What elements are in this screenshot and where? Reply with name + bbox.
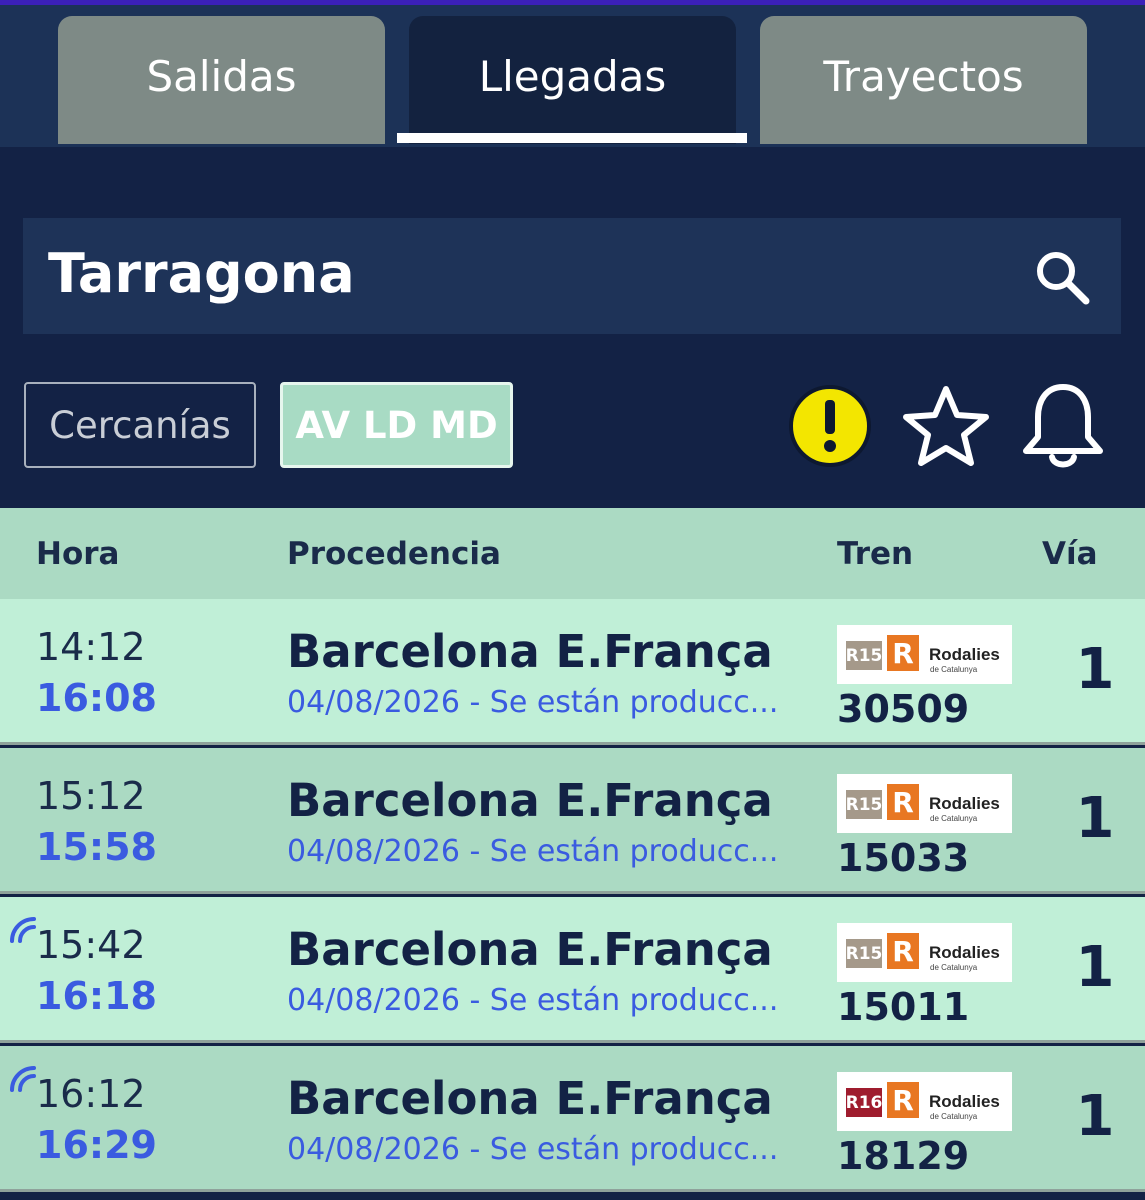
header-hora: Hora: [36, 536, 120, 572]
train-number: 18129: [837, 1134, 970, 1178]
alert-icon[interactable]: [788, 384, 872, 468]
tab-label: Salidas: [146, 51, 297, 101]
line-badge: R16: [846, 1088, 882, 1117]
header-tren: Tren: [837, 536, 914, 572]
header-procedencia: Procedencia: [287, 536, 501, 572]
realtime-time: 16:29: [36, 1123, 157, 1167]
rodalies-logo: R15 R Rodalies de Catalunya: [837, 923, 1012, 982]
realtime-time: 16:18: [36, 974, 157, 1018]
realtime-time: 16:08: [36, 676, 157, 720]
filter-av-ld-md[interactable]: AV LD MD: [280, 382, 513, 468]
incident-notice: 04/08/2026 - Se están producc...: [287, 834, 779, 869]
station-search-field[interactable]: Tarragona: [23, 218, 1121, 334]
table-header: Hora Procedencia Tren Vía: [0, 508, 1145, 599]
table-row[interactable]: 15:12 15:58 Barcelona E.França 04/08/202…: [0, 748, 1145, 894]
incident-notice: 04/08/2026 - Se están producc...: [287, 685, 779, 720]
table-row[interactable]: 15:42 16:18 Barcelona E.França 04/08/202…: [0, 897, 1145, 1043]
incident-notice: 04/08/2026 - Se están producc...: [287, 1132, 779, 1167]
live-tracking-icon: [10, 1066, 36, 1092]
origin-station: Barcelona E.França: [287, 774, 773, 827]
scheduled-time: 15:12: [36, 774, 146, 818]
search-icon[interactable]: [1033, 248, 1091, 306]
brand-name: Rodalies: [929, 1092, 1000, 1111]
realtime-time: 15:58: [36, 825, 157, 869]
train-number: 15033: [837, 836, 970, 880]
platform-number: 1: [1075, 786, 1115, 851]
live-tracking-icon: [10, 917, 36, 943]
rodalies-r-icon: R: [887, 933, 919, 969]
station-name: Tarragona: [48, 242, 355, 305]
header-via: Vía: [1042, 536, 1098, 572]
brand-subtitle: de Catalunya: [930, 814, 978, 823]
brand-name: Rodalies: [929, 794, 1000, 813]
active-tab-indicator: [397, 133, 747, 143]
origin-station: Barcelona E.França: [287, 923, 773, 976]
line-badge: R15: [846, 790, 882, 819]
filter-cercanias[interactable]: Cercanías: [24, 382, 256, 468]
scheduled-time: 15:42: [36, 923, 146, 967]
brand-subtitle: de Catalunya: [930, 963, 978, 972]
tab-label: Llegadas: [478, 51, 667, 101]
origin-station: Barcelona E.França: [287, 1072, 773, 1125]
brand-subtitle: de Catalunya: [930, 1112, 978, 1121]
search-panel: Tarragona Cercanías AV LD MD: [0, 147, 1145, 508]
platform-number: 1: [1075, 1084, 1115, 1149]
tab-bar: Salidas Llegadas Trayectos: [0, 5, 1145, 147]
table-row[interactable]: 14:12 16:08 Barcelona E.França 04/08/202…: [0, 599, 1145, 745]
line-badge: R15: [846, 641, 882, 670]
rodalies-r-icon: R: [887, 1082, 919, 1118]
brand-subtitle: de Catalunya: [930, 665, 978, 674]
rodalies-r-icon: R: [887, 784, 919, 820]
tab-llegadas[interactable]: Llegadas: [409, 16, 736, 144]
tab-trayectos[interactable]: Trayectos: [760, 16, 1087, 144]
scheduled-time: 16:12: [36, 1072, 146, 1116]
tab-label: Trayectos: [823, 51, 1024, 101]
filter-label: Cercanías: [49, 403, 231, 447]
train-number: 15011: [837, 985, 970, 1029]
platform-number: 1: [1075, 935, 1115, 1000]
origin-station: Barcelona E.França: [287, 625, 773, 678]
rodalies-logo: R15 R Rodalies de Catalunya: [837, 774, 1012, 833]
tab-salidas[interactable]: Salidas: [58, 16, 385, 144]
platform-number: 1: [1075, 637, 1115, 702]
train-number: 30509: [837, 687, 970, 731]
star-icon[interactable]: [900, 383, 992, 469]
line-badge: R15: [846, 939, 882, 968]
brand-name: Rodalies: [929, 943, 1000, 962]
scheduled-time: 14:12: [36, 625, 146, 669]
rodalies-logo: R16 R Rodalies de Catalunya: [837, 1072, 1012, 1131]
bell-icon[interactable]: [1018, 379, 1108, 471]
incident-notice: 04/08/2026 - Se están producc...: [287, 983, 779, 1018]
rodalies-r-icon: R: [887, 635, 919, 671]
filter-label: AV LD MD: [295, 403, 498, 447]
brand-name: Rodalies: [929, 645, 1000, 664]
table-row[interactable]: 16:12 16:29 Barcelona E.França 04/08/202…: [0, 1046, 1145, 1192]
rodalies-logo: R15 R Rodalies de Catalunya: [837, 625, 1012, 684]
